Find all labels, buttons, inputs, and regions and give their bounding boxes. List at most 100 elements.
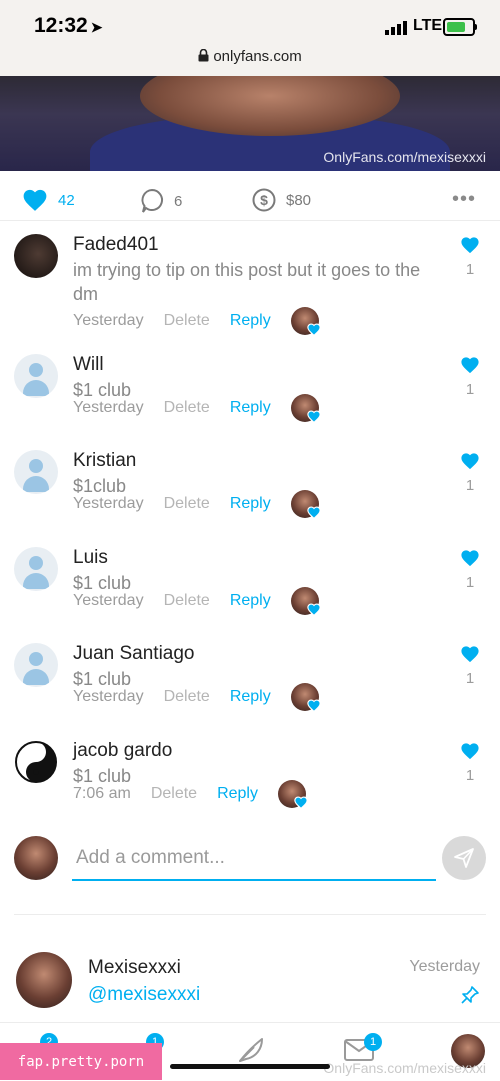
like-count: 42	[58, 191, 75, 209]
comment-meta: Yesterday Delete Reply	[73, 587, 321, 616]
url-text: onlyfans.com	[213, 48, 302, 65]
comment-avatar[interactable]	[14, 450, 58, 494]
dollar-icon: $	[252, 188, 276, 212]
comment-time: 7:06 am	[73, 785, 131, 802]
feather-icon[interactable]	[236, 1035, 266, 1065]
comment-like-button[interactable]: 1	[458, 645, 482, 687]
status-bar: 12:32 ➤ LTE onlyfans.com	[0, 0, 500, 76]
comment-meta: 7:06 am Delete Reply	[73, 780, 308, 809]
comment-avatar[interactable]	[14, 354, 58, 398]
comment-input[interactable]	[72, 837, 436, 881]
media-watermark: OnlyFans.com/mexisexxxi	[323, 149, 486, 165]
comment-author[interactable]: Juan Santiago	[73, 643, 195, 665]
location-arrow-icon: ➤	[90, 19, 103, 35]
address-bar[interactable]: onlyfans.com	[0, 48, 500, 65]
comment-time: Yesterday	[73, 312, 144, 329]
home-indicator	[170, 1064, 330, 1069]
delete-link[interactable]: Delete	[164, 399, 210, 417]
comment-meta: Yesterday Delete Reply	[73, 683, 321, 712]
comment-like-count: 1	[465, 670, 475, 687]
creator-handle[interactable]: @mexisexxxi	[88, 984, 200, 1006]
comment-like-count: 1	[465, 477, 475, 494]
delete-link[interactable]: Delete	[151, 785, 197, 803]
network-label: LTE	[413, 17, 443, 34]
comment-meta: Yesterday Delete Reply	[73, 490, 321, 519]
like-button[interactable]: 42	[22, 188, 75, 212]
comment-like-button[interactable]: 1	[458, 356, 482, 398]
creator-liked-indicator	[290, 394, 321, 423]
heart-icon	[23, 189, 47, 211]
comment-author[interactable]: Faded401	[73, 234, 159, 256]
comment-time: Yesterday	[73, 495, 144, 512]
heart-icon	[461, 453, 479, 470]
delete-link[interactable]: Delete	[164, 495, 210, 513]
reply-link[interactable]: Reply	[230, 312, 271, 330]
pin-icon[interactable]	[460, 985, 480, 1005]
post-media[interactable]: OnlyFans.com/mexisexxxi	[0, 76, 500, 171]
signal-icon	[385, 21, 407, 35]
battery-icon	[443, 18, 475, 36]
comment-meta: Yesterday Delete Reply	[73, 394, 321, 423]
creator-liked-indicator	[290, 490, 321, 519]
heart-icon	[461, 743, 479, 760]
creator-liked-indicator	[290, 587, 321, 616]
comment-text: im trying to tip on this post but it goe…	[73, 260, 421, 304]
comment-like-button[interactable]: 1	[458, 742, 482, 784]
site-tag: fap.pretty.porn	[0, 1043, 162, 1080]
reply-link[interactable]: Reply	[230, 592, 271, 610]
svg-text:$: $	[260, 192, 268, 208]
messages-badge: 1	[364, 1033, 382, 1051]
comment-like-count: 1	[465, 574, 475, 591]
creator-liked-indicator	[277, 780, 308, 809]
reply-link[interactable]: Reply	[230, 495, 271, 513]
comment-like-button[interactable]: 1	[458, 236, 482, 278]
divider	[14, 914, 486, 915]
comment-author[interactable]: Kristian	[73, 450, 136, 472]
comment-time: Yesterday	[73, 592, 144, 609]
divider	[0, 220, 500, 221]
comment-button[interactable]: 6	[140, 188, 182, 214]
reply-link[interactable]: Reply	[230, 688, 271, 706]
reply-link[interactable]: Reply	[217, 785, 258, 803]
comment-time: Yesterday	[73, 688, 144, 705]
comment-bubble-icon	[141, 188, 163, 213]
heart-icon	[461, 550, 479, 567]
send-button[interactable]	[442, 836, 486, 880]
delete-link[interactable]: Delete	[164, 688, 210, 706]
tip-total: $80	[286, 191, 312, 209]
comment-count: 6	[174, 192, 183, 210]
comment-avatar[interactable]	[14, 740, 58, 784]
comment-avatar[interactable]	[14, 643, 58, 687]
user-avatar	[14, 836, 58, 880]
delete-link[interactable]: Delete	[164, 312, 210, 330]
creator-liked-indicator	[290, 683, 321, 712]
comment-meta: Yesterday Delete Reply	[73, 307, 321, 336]
comment-author[interactable]: Luis	[73, 547, 108, 569]
post-actions: 42 6 $ $80 •••	[0, 180, 500, 220]
comment-avatar[interactable]	[14, 547, 58, 591]
comment-like-button[interactable]: 1	[458, 549, 482, 591]
tip-button[interactable]: $ $80	[252, 188, 311, 212]
comment-like-count: 1	[465, 381, 475, 398]
clock: 12:32 ➤	[34, 14, 103, 37]
send-icon	[454, 848, 474, 868]
more-options-icon[interactable]: •••	[452, 188, 476, 211]
comment-like-count: 1	[465, 261, 475, 278]
creator-name[interactable]: Mexisexxxi	[88, 957, 181, 979]
reply-link[interactable]: Reply	[230, 399, 271, 417]
comment-like-count: 1	[465, 767, 475, 784]
delete-link[interactable]: Delete	[164, 592, 210, 610]
comment-avatar[interactable]	[14, 234, 58, 278]
creator-liked-indicator	[290, 307, 321, 336]
footer-watermark: OnlyFans.com/mexisexxxi	[323, 1060, 486, 1076]
heart-icon	[461, 237, 479, 254]
heart-icon	[461, 646, 479, 663]
lock-icon	[198, 49, 209, 62]
comment-time: Yesterday	[73, 399, 144, 416]
creator-post-time: Yesterday	[409, 958, 480, 975]
creator-avatar[interactable]	[16, 952, 72, 1008]
comment-like-button[interactable]: 1	[458, 452, 482, 494]
heart-icon	[461, 357, 479, 374]
comment-author[interactable]: Will	[73, 354, 104, 376]
comment-author[interactable]: jacob gardo	[73, 740, 172, 762]
